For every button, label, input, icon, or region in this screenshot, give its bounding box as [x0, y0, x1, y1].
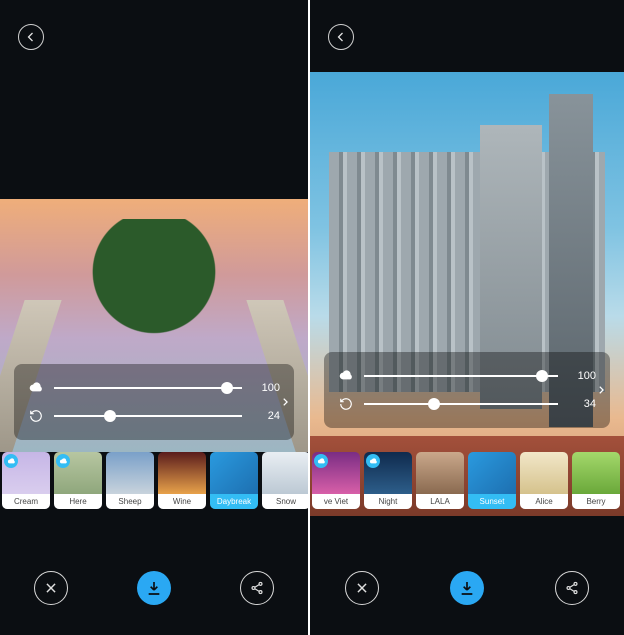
cloud-badge-icon — [366, 454, 380, 468]
filter-thumbnail — [416, 452, 464, 494]
filter-thumbnail — [210, 452, 258, 494]
filter-sheep[interactable]: Sheep — [106, 452, 154, 509]
preview-image: 100 24 — [0, 199, 308, 452]
filter-alice[interactable]: Alice — [520, 452, 568, 509]
cloud-badge-icon — [314, 454, 328, 468]
cloud-icon — [338, 368, 354, 384]
action-bar — [310, 567, 624, 609]
action-bar — [0, 567, 308, 609]
filter-label: Berry — [572, 494, 620, 509]
filter-daybreak[interactable]: Daybreak — [210, 452, 258, 509]
close-button[interactable] — [345, 571, 379, 605]
filter-ve-viet[interactable]: ve Viet — [312, 452, 360, 509]
back-button[interactable] — [18, 24, 44, 50]
filter-snow[interactable]: Snow — [262, 452, 308, 509]
rotate-icon — [338, 396, 354, 412]
filter-thumbnail — [468, 452, 516, 494]
download-button[interactable] — [137, 571, 171, 605]
filter-label: ve Viet — [312, 494, 360, 509]
filter-strip[interactable]: ve VietNightLALASunsetAliceBerryWalk — [310, 452, 624, 509]
filter-label: Night — [364, 494, 412, 509]
filter-label: Sheep — [106, 494, 154, 509]
filter-thumbnail — [106, 452, 154, 494]
filter-thumbnail — [572, 452, 620, 494]
close-button[interactable] — [34, 571, 68, 605]
filter-label: Daybreak — [210, 494, 258, 509]
editor-panel-right: 100 34 ve VietNightLALASunsetAliceBerryW… — [310, 0, 624, 635]
filter-strip[interactable]: Cream Here Sheep Wine Daybreak Snow — [0, 452, 308, 509]
filter-here[interactable]: Here — [54, 452, 102, 509]
filter-wine[interactable]: Wine — [158, 452, 206, 509]
secondary-slider[interactable] — [54, 415, 242, 417]
filter-label: Cream — [2, 494, 50, 509]
cloud-badge-icon — [4, 454, 18, 468]
slider-panel: 100 34 — [324, 352, 610, 428]
download-button[interactable] — [450, 571, 484, 605]
filter-lala[interactable]: LALA — [416, 452, 464, 509]
cloud-icon — [28, 380, 44, 396]
filter-berry[interactable]: Berry — [572, 452, 620, 509]
editor-panel-left: 100 24 Cream Here Sheep Wine Daybreak Snow — [0, 0, 308, 635]
preview-image: 100 34 — [310, 72, 624, 516]
filter-label: LALA — [416, 494, 464, 509]
cloud-badge-icon — [56, 454, 70, 468]
share-button[interactable] — [555, 571, 589, 605]
filter-thumbnail — [158, 452, 206, 494]
filter-label: Here — [54, 494, 102, 509]
expand-controls-button[interactable] — [276, 383, 294, 421]
filter-label: Alice — [520, 494, 568, 509]
filter-thumbnail — [520, 452, 568, 494]
filter-label: Wine — [158, 494, 206, 509]
filter-night[interactable]: Night — [364, 452, 412, 509]
filter-cream[interactable]: Cream — [2, 452, 50, 509]
secondary-slider[interactable] — [364, 403, 558, 405]
slider-panel: 100 24 — [14, 364, 294, 440]
filter-sunset[interactable]: Sunset — [468, 452, 516, 509]
back-button[interactable] — [328, 24, 354, 50]
expand-controls-button[interactable] — [592, 371, 610, 409]
filter-label: Snow — [262, 494, 308, 509]
rotate-icon — [28, 408, 44, 424]
intensity-slider[interactable] — [364, 375, 558, 377]
filter-thumbnail — [262, 452, 308, 494]
filter-label: Sunset — [468, 494, 516, 509]
intensity-slider[interactable] — [54, 387, 242, 389]
share-button[interactable] — [240, 571, 274, 605]
